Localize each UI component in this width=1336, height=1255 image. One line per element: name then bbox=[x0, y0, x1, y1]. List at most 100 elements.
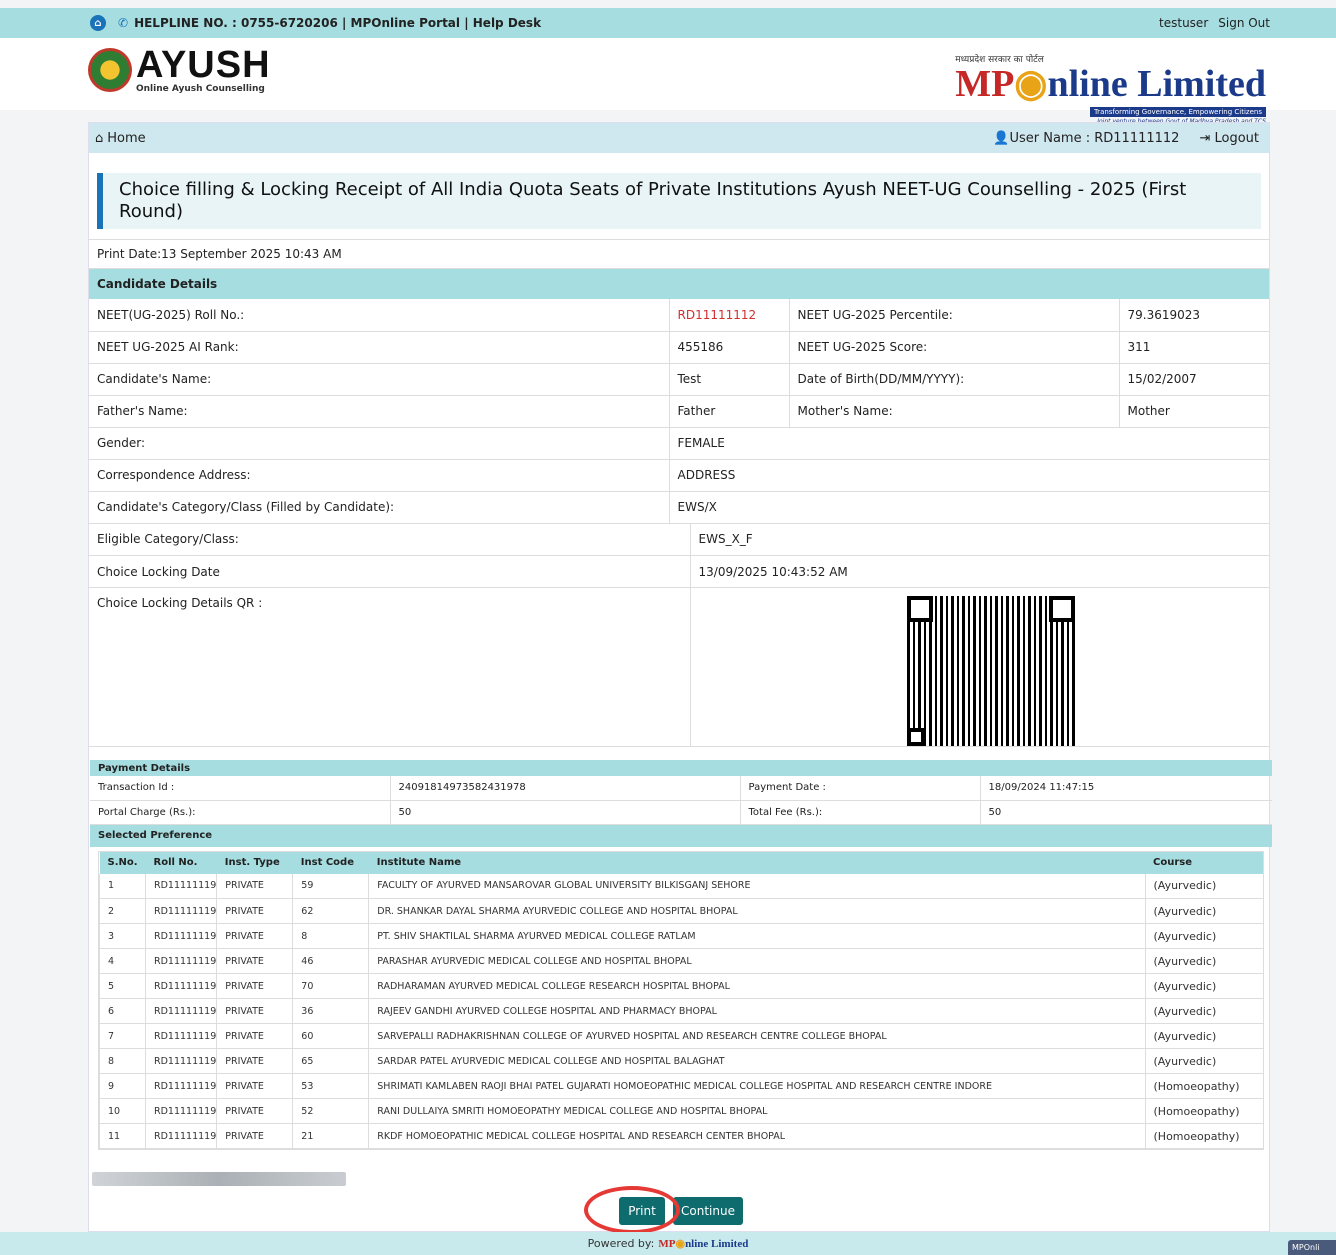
table-row: 1 RD11111119 PRIVATE 59 FACULTY OF AYURVED M… bbox=[99, 873, 1263, 899]
preference-header-row: S.No. Roll No. Inst. Type Inst Code Inst… bbox=[99, 851, 1263, 874]
top-username: testuser bbox=[1159, 16, 1209, 30]
payment-table: Transaction Id : 24091814973582431978 Pa… bbox=[90, 776, 1272, 825]
gender-label: Gender: bbox=[89, 427, 669, 460]
gender-value: FEMALE bbox=[668, 427, 1269, 460]
roll-value: RD11111112 bbox=[668, 299, 789, 332]
address-label: Correspondence Address: bbox=[89, 459, 669, 492]
portal-value: 50 bbox=[389, 800, 740, 825]
preference-cell: (Ayurvedic) bbox=[1144, 1048, 1263, 1074]
preference-cell: 52 bbox=[292, 1098, 369, 1124]
paydate-label: Payment Date : bbox=[739, 776, 980, 801]
preference-cell: 53 bbox=[292, 1073, 369, 1099]
preference-cell: 11 bbox=[99, 1123, 146, 1149]
preference-cell: 70 bbox=[292, 973, 369, 999]
table-row: NEET(UG-2025) Roll No.: RD11111112 NEET … bbox=[89, 299, 1269, 332]
preference-cell: RD11111119 bbox=[144, 1098, 217, 1124]
home-icon[interactable]: ⌂ bbox=[95, 131, 103, 146]
help-desk-link[interactable]: Help Desk bbox=[473, 16, 541, 30]
percentile-label: NEET UG-2025 Percentile: bbox=[788, 299, 1119, 332]
corner-badge[interactable]: MPOnli bbox=[1288, 1240, 1336, 1255]
table-row: 3 RD11111119 PRIVATE 8 PT. SHIV SHAKTILAL SH… bbox=[99, 923, 1263, 949]
ayush-subtitle: Online Ayush Counselling bbox=[136, 84, 265, 94]
table-row: 5 RD11111119 PRIVATE 70 RADHARAMAN AYURVED M… bbox=[99, 973, 1263, 999]
preference-cell: RD11111119 bbox=[144, 923, 217, 949]
preference-cell: RAJEEV GANDHI AYURVED COLLEGE HOSPITAL A… bbox=[368, 998, 1145, 1024]
rank-value: 455186 bbox=[668, 331, 789, 364]
table-row: Choice Locking Details QR : bbox=[89, 587, 1269, 747]
col-code: Inst Code bbox=[292, 851, 369, 874]
mp-logo-title: MP◉nline Limited bbox=[955, 63, 1266, 105]
preference-cell: 21 bbox=[292, 1123, 369, 1149]
preference-cell: PRIVATE bbox=[216, 898, 293, 924]
logout-link[interactable]: Logout bbox=[1214, 131, 1259, 146]
table-row: Father's Name: Father Mother's Name: Mot… bbox=[89, 395, 1269, 428]
ayush-logo[interactable]: AYUSH Online Ayush Counselling bbox=[88, 46, 271, 94]
preference-cell: 4 bbox=[99, 948, 146, 974]
total-label: Total Fee (Rs.): bbox=[739, 800, 980, 825]
highlight-circle bbox=[584, 1186, 680, 1234]
preference-cell: (Homoeopathy) bbox=[1144, 1098, 1263, 1124]
page-title: Choice filling & Locking Receipt of All … bbox=[97, 173, 1261, 229]
preference-cell: 7 bbox=[99, 1023, 146, 1049]
txn-label: Transaction Id : bbox=[90, 776, 390, 801]
sign-out-link[interactable]: Sign Out bbox=[1218, 16, 1270, 30]
mother-value: Mother bbox=[1118, 395, 1269, 428]
preference-cell: PRIVATE bbox=[216, 1073, 293, 1099]
father-label: Father's Name: bbox=[89, 395, 669, 428]
col-type: Inst. Type bbox=[216, 851, 293, 874]
col-institute: Institute Name bbox=[368, 851, 1145, 874]
preference-cell: 10 bbox=[99, 1098, 146, 1124]
ayush-emblem-icon bbox=[88, 48, 132, 92]
category-value: EWS/X bbox=[668, 491, 1269, 524]
home-link[interactable]: Home bbox=[107, 131, 145, 146]
preference-cell: RD11111119 bbox=[144, 948, 217, 974]
category-label: Candidate's Category/Class (Filled by Ca… bbox=[89, 491, 669, 524]
name-label: Candidate's Name: bbox=[89, 363, 669, 396]
table-row: Choice Locking Date 13/09/2025 10:43:52 … bbox=[89, 555, 1269, 588]
table-row: 4 RD11111119 PRIVATE 46 PARASHAR AYURVEDIC M… bbox=[99, 948, 1263, 974]
mp-logo-tagline: Transforming Governance, Empowering Citi… bbox=[1089, 107, 1266, 117]
preference-cell: PARASHAR AYURVEDIC MEDICAL COLLEGE AND H… bbox=[368, 948, 1145, 974]
mponline-logo[interactable]: मध्यप्रदेश सरकार का पोर्टल MP◉nline Limi… bbox=[955, 52, 1266, 125]
nav-username: User Name : RD11111112 bbox=[1009, 130, 1180, 146]
preference-cell: RD11111119 bbox=[144, 1123, 217, 1149]
txn-value: 24091814973582431978 bbox=[389, 776, 740, 801]
portal-label: Portal Charge (Rs.): bbox=[90, 800, 390, 825]
candidate-details-table: NEET(UG-2025) Roll No.: RD11111112 NEET … bbox=[89, 299, 1269, 524]
lockdate-label: Choice Locking Date bbox=[89, 555, 690, 588]
choice-locking-table: Eligible Category/Class: EWS_X_F Choice … bbox=[89, 523, 1269, 747]
preference-cell: 1 bbox=[99, 873, 146, 899]
continue-button[interactable]: Continue bbox=[673, 1197, 743, 1225]
preference-cell: FACULTY OF AYURVED MANSAROVAR GLOBAL UNI… bbox=[368, 873, 1145, 899]
dob-label: Date of Birth(DD/MM/YYYY): bbox=[788, 363, 1119, 396]
preference-cell: (Ayurvedic) bbox=[1144, 973, 1263, 999]
eligible-value: EWS_X_F bbox=[689, 523, 1269, 556]
table-row: Candidate's Category/Class (Filled by Ca… bbox=[89, 491, 1269, 524]
preference-cell: RD11111119 bbox=[144, 898, 217, 924]
table-row: 7 RD11111119 PRIVATE 60 SARVEPALLI RADHAKRIS… bbox=[99, 1023, 1263, 1049]
eligible-label: Eligible Category/Class: bbox=[89, 523, 690, 556]
table-row: 2 RD11111119 PRIVATE 62 DR. SHANKAR DAYAL SH… bbox=[99, 898, 1263, 924]
preference-cell: PRIVATE bbox=[216, 873, 293, 899]
preference-cell: PT. SHIV SHAKTILAL SHARMA AYURVED MEDICA… bbox=[368, 923, 1145, 949]
header: AYUSH Online Ayush Counselling मध्यप्रदे… bbox=[0, 38, 1336, 125]
preference-table: S.No. Roll No. Inst. Type Inst Code Inst… bbox=[99, 851, 1263, 1149]
preference-cell: 36 bbox=[292, 998, 369, 1024]
preference-cell: PRIVATE bbox=[216, 1023, 293, 1049]
preference-cell: (Ayurvedic) bbox=[1144, 1023, 1263, 1049]
preference-cell: PRIVATE bbox=[216, 973, 293, 999]
preference-cell: PRIVATE bbox=[216, 1123, 293, 1149]
home-icon[interactable]: ⌂ bbox=[90, 15, 106, 31]
footer-logo[interactable]: MP◉nline Limited bbox=[658, 1237, 748, 1250]
preference-cell: 65 bbox=[292, 1048, 369, 1074]
preference-cell: 60 bbox=[292, 1023, 369, 1049]
mponline-portal-link[interactable]: MPOnline Portal | bbox=[351, 16, 469, 30]
preference-cell: (Ayurvedic) bbox=[1144, 948, 1263, 974]
paydate-value: 18/09/2024 11:47:15 bbox=[979, 776, 1272, 801]
table-row: Portal Charge (Rs.): 50 Total Fee (Rs.):… bbox=[90, 800, 1272, 825]
table-row: 10 RD11111119 PRIVATE 52 RANI DULLAIYA SMRIT… bbox=[99, 1098, 1263, 1124]
print-date: Print Date:13 September 2025 10:43 AM bbox=[89, 239, 1269, 269]
preference-cell: RD11111119 bbox=[144, 1073, 217, 1099]
helpline-text: HELPLINE NO. : 0755-6720206 | bbox=[134, 16, 347, 30]
powered-by-text: Powered by: bbox=[587, 1237, 655, 1250]
